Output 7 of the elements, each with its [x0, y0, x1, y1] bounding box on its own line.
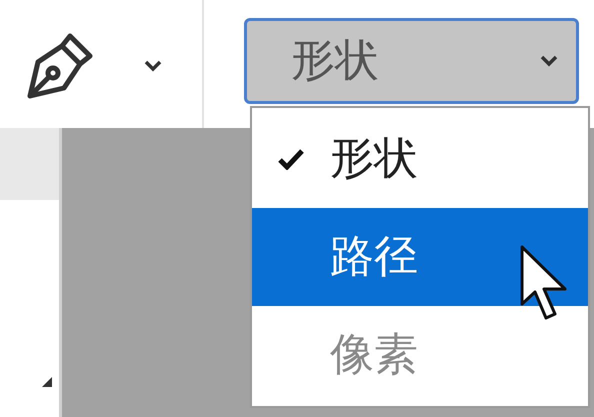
checkmark-icon [278, 148, 304, 170]
caret-icon [540, 55, 558, 67]
menu-item[interactable]: 路径 [252, 208, 588, 306]
resize-corner-icon[interactable] [42, 377, 52, 387]
caret-icon[interactable] [144, 60, 162, 72]
panel-header [0, 128, 59, 200]
mode-dropdown[interactable]: 形状 [244, 18, 579, 104]
